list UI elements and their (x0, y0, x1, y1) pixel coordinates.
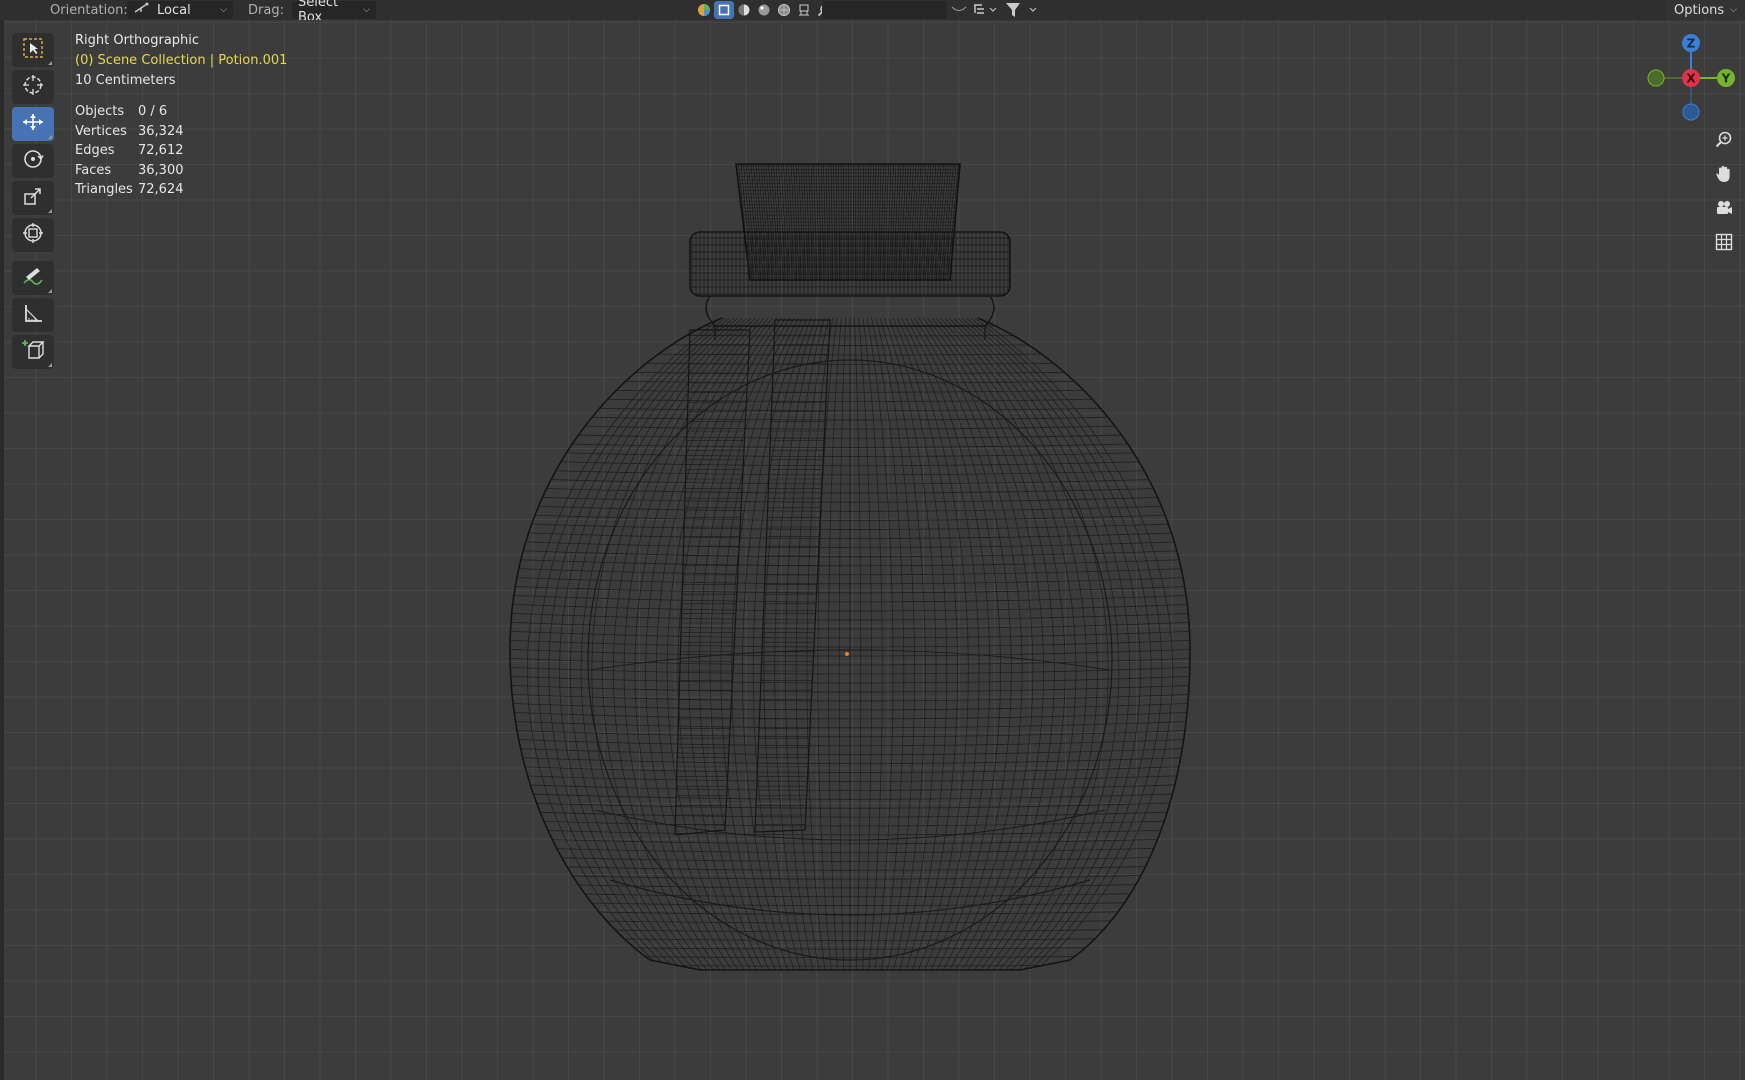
hand-icon (1714, 164, 1734, 188)
stat-value: 36,324 (138, 123, 184, 139)
tool-shelf (12, 33, 56, 372)
move-tool[interactable] (12, 107, 54, 141)
stat-label: Vertices (75, 123, 127, 139)
tool-options-indicator (48, 209, 52, 213)
options-label: Options (1674, 2, 1725, 18)
cursor-icon (21, 73, 45, 101)
outliner-filter-icon[interactable] (972, 0, 1000, 20)
navigation-gizmo[interactable]: Z Y X (1640, 28, 1740, 128)
annotate-tool[interactable] (12, 261, 54, 295)
cork-stopper (735, 163, 961, 281)
scale-tool[interactable] (12, 181, 54, 215)
stat-label: Objects (75, 104, 125, 119)
tool-options-indicator (48, 363, 52, 367)
orientation-dropdown[interactable]: Local ⌵ (127, 1, 233, 19)
axis-neg-z-handle[interactable] (1682, 103, 1700, 121)
view-name: Right Orthographic (75, 33, 200, 48)
transform-tool[interactable] (12, 218, 54, 252)
camera-view-button[interactable] (1708, 194, 1740, 226)
transform-icon (21, 221, 45, 249)
options-button[interactable]: Options ⌵ (1666, 0, 1745, 20)
object-origin (845, 652, 849, 656)
stat-label: Faces (75, 162, 112, 178)
add-cube-tool[interactable] (12, 335, 54, 369)
cursor-tool[interactable] (12, 70, 54, 104)
stat-row-objects: Objects 0 / 6 (75, 102, 184, 122)
stat-value: 36,300 (138, 162, 184, 178)
axis-z-label: Z (1687, 37, 1696, 51)
axis-neg-y-handle[interactable] (1647, 69, 1665, 87)
camera-icon (1714, 198, 1734, 222)
shading-icons (694, 0, 834, 20)
chevron-down-icon: ⌵ (363, 5, 370, 15)
rendered-shading-icon[interactable] (774, 1, 794, 19)
grid-icon (1715, 233, 1733, 255)
local-axes-icon (133, 2, 149, 18)
axis-x-label: X (1686, 72, 1696, 86)
move-icon (20, 111, 46, 137)
drag-dropdown[interactable]: Select Box ⌵ (292, 0, 376, 25)
zoom-icon (1714, 130, 1734, 154)
solid-shading-icon[interactable] (734, 1, 754, 19)
search-input[interactable] (822, 1, 947, 19)
drag-label: Drag: (248, 2, 284, 18)
viewport-info: Right Orthographic (0) Scene Collection … (75, 31, 287, 91)
select-box-tool[interactable] (12, 33, 54, 67)
annotate-icon (21, 265, 45, 291)
viewport-navigation (1708, 126, 1742, 262)
measure-tool[interactable] (12, 298, 54, 332)
active-collection: (0) Scene Collection | Potion.001 (75, 53, 288, 68)
stat-label: Triangles (75, 182, 133, 197)
potion-wireframe-model[interactable] (500, 150, 1200, 980)
bottle-body (509, 317, 1191, 971)
filter-icon[interactable] (1004, 0, 1038, 20)
stat-value: 0 / 6 (138, 104, 168, 119)
zoom-button[interactable] (1708, 126, 1740, 158)
stat-row-edges: Edges 72,612 (75, 141, 184, 161)
stat-label: Edges (75, 143, 115, 158)
wireframe-shading-icon[interactable] (714, 1, 734, 19)
stat-value: 72,624 (138, 182, 184, 197)
orientation-label: Orientation: (50, 2, 128, 18)
axis-y-label: Y (1721, 72, 1731, 86)
stat-row-faces: Faces 36,300 (75, 161, 184, 181)
visibility-dropdown-icon[interactable] (950, 0, 968, 20)
tool-options-indicator (48, 61, 52, 65)
scene-statistics: Objects 0 / 6 Vertices 36,324 Edges 72,612 … (75, 102, 184, 200)
select-box-icon (22, 37, 44, 63)
rotate-tool[interactable] (12, 144, 54, 178)
object-type-icon[interactable] (694, 1, 714, 19)
chevron-down-icon: ⌵ (220, 5, 227, 15)
viewport-left-edge (0, 20, 4, 1080)
pan-button[interactable] (1708, 160, 1740, 192)
add-cube-icon (21, 338, 45, 366)
tool-options-indicator (48, 289, 52, 293)
rotate-icon (21, 147, 45, 175)
chevron-down-icon: ⌵ (1730, 5, 1737, 15)
material-shading-icon[interactable] (754, 1, 774, 19)
stat-row-vertices: Vertices 36,324 (75, 122, 184, 142)
scale-icon (22, 185, 44, 211)
orientation-value: Local (157, 2, 191, 18)
perspective-toggle-button[interactable] (1708, 228, 1740, 260)
stat-row-triangles: Triangles 72,624 (75, 180, 184, 200)
stat-value: 72,612 (138, 143, 184, 158)
grid-scale: 10 Centimeters (75, 73, 176, 88)
render-engine-icon[interactable] (794, 1, 814, 19)
viewport-header: Orientation: Local ⌵ Drag: Select Box ⌵ (0, 0, 1745, 25)
tool-options-indicator (48, 135, 52, 139)
measure-icon (22, 302, 44, 328)
